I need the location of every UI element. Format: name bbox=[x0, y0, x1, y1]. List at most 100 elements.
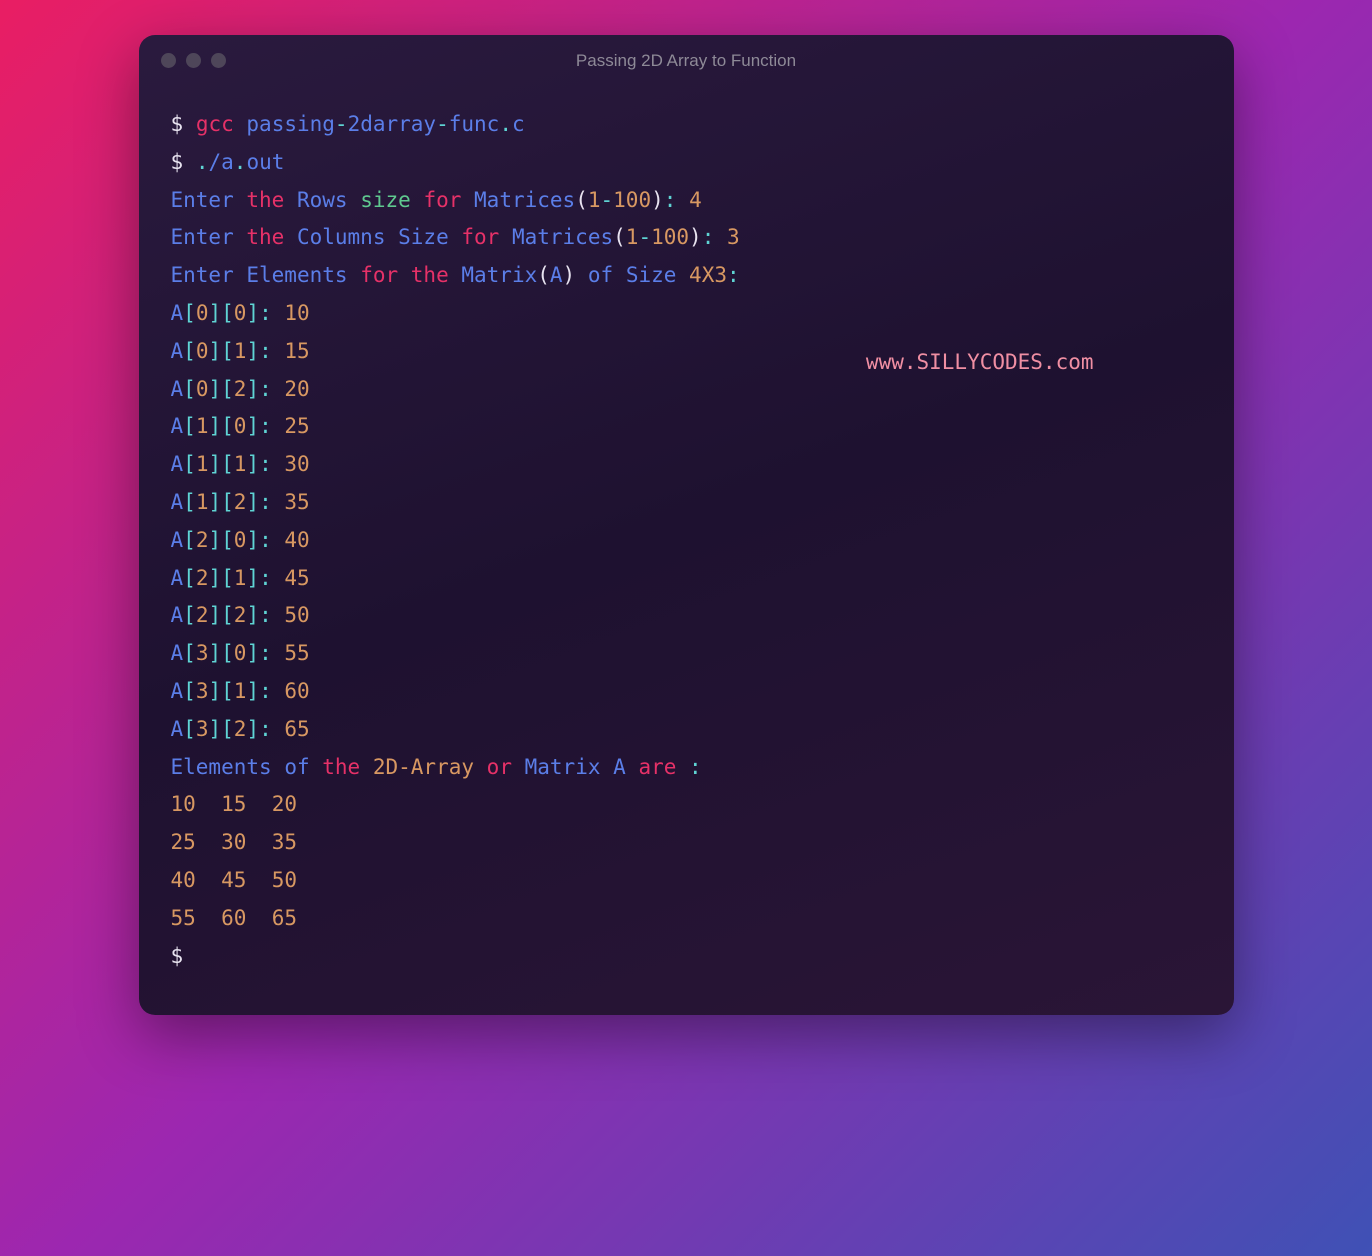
colon: : bbox=[259, 528, 272, 552]
cmd-dot: . bbox=[234, 150, 247, 174]
matrix-entry-row: A[0][0]: 10 bbox=[171, 295, 1202, 333]
entry-row-index: 3 bbox=[196, 717, 209, 741]
matrix-cell: 20 bbox=[272, 792, 297, 816]
entry-row-index: 3 bbox=[196, 679, 209, 703]
bracket-icon: [ bbox=[183, 528, 196, 552]
minimize-icon[interactable] bbox=[186, 53, 201, 68]
maximize-icon[interactable] bbox=[211, 53, 226, 68]
matrix-entry-row: A[2][0]: 40 bbox=[171, 522, 1202, 560]
colon: : bbox=[259, 566, 272, 590]
colon: : bbox=[259, 452, 272, 476]
entry-col-index: 2 bbox=[234, 377, 247, 401]
bracket-icon: ] bbox=[208, 414, 221, 438]
entry-var: A bbox=[171, 339, 184, 363]
bracket-icon: ] bbox=[246, 339, 259, 363]
matrix-cell: 55 bbox=[171, 906, 196, 930]
matrix-cell: 65 bbox=[272, 906, 297, 930]
bracket-icon: [ bbox=[221, 717, 234, 741]
cmd-dash: - bbox=[335, 112, 348, 136]
bracket-icon: ] bbox=[246, 528, 259, 552]
entry-value: 40 bbox=[284, 528, 309, 552]
entry-value: 35 bbox=[284, 490, 309, 514]
matrix-entry-row: A[3][1]: 60 bbox=[171, 673, 1202, 711]
bracket-icon: ] bbox=[246, 301, 259, 325]
bracket-icon: ] bbox=[208, 679, 221, 703]
traffic-lights bbox=[161, 53, 226, 68]
entry-value: 60 bbox=[284, 679, 309, 703]
matrix-cell: 25 bbox=[171, 830, 196, 854]
matrix-output-row: 10 15 20 bbox=[171, 786, 1202, 824]
matrix-entry-row: A[1][1]: 30 bbox=[171, 446, 1202, 484]
entry-col-index: 2 bbox=[234, 490, 247, 514]
entry-var: A bbox=[171, 641, 184, 665]
bracket-icon: [ bbox=[221, 414, 234, 438]
colon: : bbox=[259, 490, 272, 514]
bracket-icon: ] bbox=[246, 603, 259, 627]
bracket-icon: [ bbox=[221, 339, 234, 363]
bracket-icon: [ bbox=[221, 490, 234, 514]
bracket-icon: ] bbox=[246, 414, 259, 438]
entry-row-index: 1 bbox=[196, 490, 209, 514]
bracket-icon: ] bbox=[208, 301, 221, 325]
cmd-arg-p1: passing bbox=[246, 112, 335, 136]
terminal-content[interactable]: www.SILLYCODES.com $ gcc passing-2darray… bbox=[139, 86, 1234, 1015]
cmd-a: a bbox=[221, 150, 234, 174]
entry-col-index: 1 bbox=[234, 339, 247, 363]
entry-row-index: 0 bbox=[196, 377, 209, 401]
matrix-output-row: 25 30 35 bbox=[171, 824, 1202, 862]
entry-value: 50 bbox=[284, 603, 309, 627]
bracket-icon: ] bbox=[208, 603, 221, 627]
bracket-icon: ] bbox=[208, 339, 221, 363]
entry-var: A bbox=[171, 528, 184, 552]
entry-var: A bbox=[171, 679, 184, 703]
bracket-icon: ] bbox=[208, 717, 221, 741]
matrix-entry-row: A[1][0]: 25 bbox=[171, 408, 1202, 446]
entry-value: 20 bbox=[284, 377, 309, 401]
terminal-window: Passing 2D Array to Function www.SILLYCO… bbox=[139, 35, 1234, 1015]
close-icon[interactable] bbox=[161, 53, 176, 68]
bracket-icon: [ bbox=[183, 490, 196, 514]
cmd-slash: / bbox=[208, 150, 221, 174]
colon: : bbox=[259, 414, 272, 438]
bracket-icon: ] bbox=[208, 566, 221, 590]
matrix-cell: 60 bbox=[221, 906, 246, 930]
matrix-entry-row: A[3][0]: 55 bbox=[171, 635, 1202, 673]
bracket-icon: ] bbox=[208, 641, 221, 665]
output-header: Elements of the 2D-Array or Matrix A are… bbox=[171, 749, 1202, 787]
matrix-cell: 10 bbox=[171, 792, 196, 816]
bracket-icon: ] bbox=[246, 717, 259, 741]
command-line-2: $ ./a.out bbox=[171, 144, 1202, 182]
cmd-gcc: gcc bbox=[196, 112, 234, 136]
bracket-icon: [ bbox=[183, 566, 196, 590]
entry-var: A bbox=[171, 414, 184, 438]
entry-col-index: 2 bbox=[234, 603, 247, 627]
colon: : bbox=[259, 301, 272, 325]
cmd-ext: c bbox=[512, 112, 525, 136]
cmd-dash: - bbox=[436, 112, 449, 136]
command-line-1: $ gcc passing-2darray-func.c bbox=[171, 106, 1202, 144]
window-title: Passing 2D Array to Function bbox=[576, 51, 796, 71]
colon: : bbox=[259, 717, 272, 741]
entry-var: A bbox=[171, 603, 184, 627]
bracket-icon: ] bbox=[208, 452, 221, 476]
entry-var: A bbox=[171, 566, 184, 590]
bracket-icon: [ bbox=[183, 452, 196, 476]
bracket-icon: [ bbox=[221, 679, 234, 703]
entry-var: A bbox=[171, 377, 184, 401]
entry-row-index: 0 bbox=[196, 339, 209, 363]
entry-value: 15 bbox=[284, 339, 309, 363]
entry-value: 55 bbox=[284, 641, 309, 665]
entry-row-index: 2 bbox=[196, 566, 209, 590]
entry-col-index: 0 bbox=[234, 641, 247, 665]
entry-row-index: 0 bbox=[196, 301, 209, 325]
watermark: www.SILLYCODES.com bbox=[866, 344, 1094, 382]
prompt-symbol: $ bbox=[171, 150, 184, 174]
colon: : bbox=[259, 679, 272, 703]
entry-value: 30 bbox=[284, 452, 309, 476]
titlebar: Passing 2D Array to Function bbox=[139, 35, 1234, 86]
entry-col-index: 1 bbox=[234, 452, 247, 476]
entry-var: A bbox=[171, 717, 184, 741]
matrix-cell: 50 bbox=[272, 868, 297, 892]
colon: : bbox=[259, 641, 272, 665]
entry-row-index: 3 bbox=[196, 641, 209, 665]
